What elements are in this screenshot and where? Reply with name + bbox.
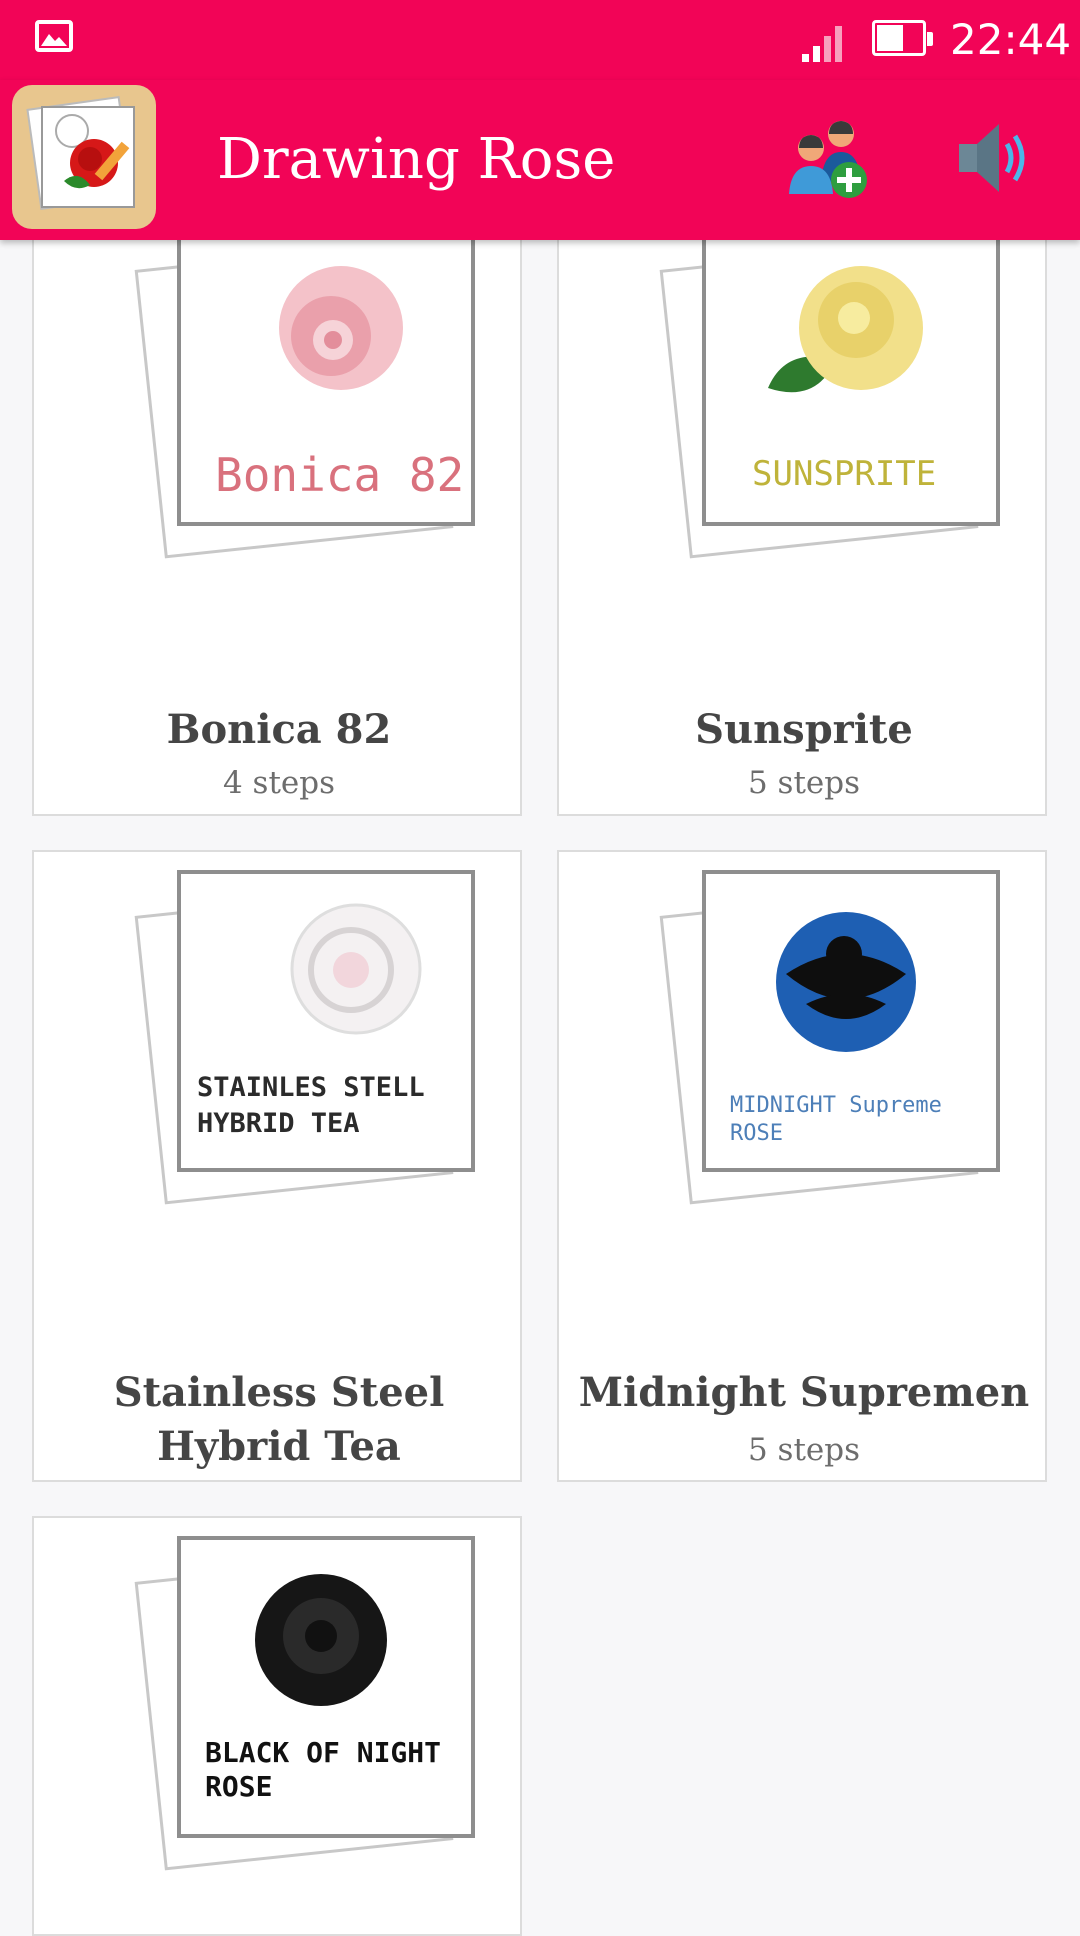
drawing-thumbnail: Bonica 82 <box>109 238 475 559</box>
drawing-thumbnail: STAINLES STELL HYBRID TEA <box>109 860 475 1205</box>
clock: 22:44 <box>950 15 1072 64</box>
drawing-thumbnail: BLACK OF NIGHT ROSE <box>109 1526 475 1871</box>
card-title: Midnight Supremen <box>578 1369 1030 1416</box>
battery-level-fill <box>877 25 903 51</box>
rose-card-black-of-night[interactable]: BLACK OF NIGHT ROSE <box>32 1516 522 1936</box>
card-steps: 5 steps <box>747 765 861 801</box>
sound-icon[interactable] <box>955 118 1035 198</box>
drawing-caption: MIDNIGHT Supreme ROSE <box>730 1093 942 1146</box>
app-logo[interactable] <box>12 85 156 229</box>
app-bar: Drawing Rose <box>0 80 1080 240</box>
rose-card-bonica[interactable]: Bonica 82 Bonica 82 4 steps <box>32 236 522 816</box>
card-title: Bonica 82 <box>166 706 392 753</box>
drawing-thumbnail: MIDNIGHT Supreme ROSE <box>634 860 1000 1205</box>
card-steps: 4 steps <box>222 765 336 801</box>
gallery-icon <box>35 20 73 52</box>
drawing-thumbnail: SUNSPRITE <box>634 238 1000 559</box>
drawing-caption: SUNSPRITE <box>752 454 937 494</box>
drawing-caption: BLACK OF NIGHT ROSE <box>205 1736 442 1803</box>
rose-card-sunsprite[interactable]: SUNSPRITE Sunsprite 5 steps <box>557 236 1047 816</box>
rose-card-midnight-supremen[interactable]: MIDNIGHT Supreme ROSE Midnight Supremen … <box>557 850 1047 1482</box>
card-title: Sunsprite <box>695 706 913 753</box>
drawing-caption: STAINLES STELL HYBRID TEA <box>197 1072 425 1139</box>
add-friends-icon[interactable] <box>783 112 873 202</box>
app-title: Drawing Rose <box>217 127 616 192</box>
drawing-caption: Bonica 82 <box>215 448 465 502</box>
battery-icon <box>872 20 933 56</box>
card-steps: 5 steps <box>747 1432 861 1468</box>
rose-card-stainless-steel[interactable]: STAINLES STELL HYBRID TEA Stainless Stee… <box>32 850 522 1482</box>
signal-icon <box>802 26 842 62</box>
card-title: Stainless Steel Hybrid Tea <box>113 1369 445 1470</box>
status-bar: 22:44 <box>0 0 1080 80</box>
